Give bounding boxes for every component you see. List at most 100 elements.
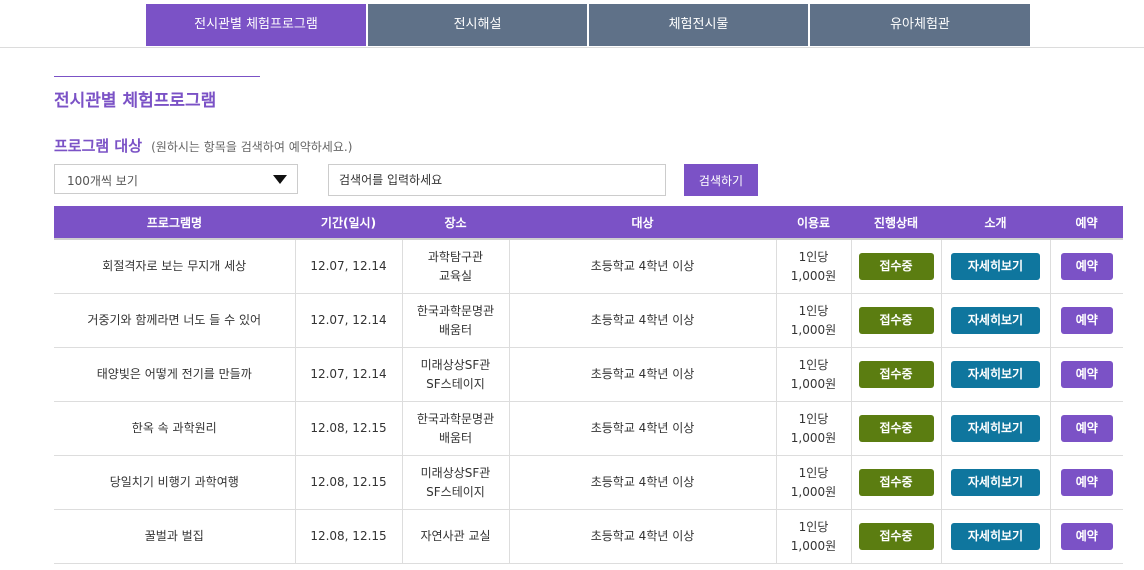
fee-line: 1인당	[798, 249, 829, 264]
reserve-cell: 예약	[1049, 401, 1123, 456]
column-header-fee: 이용료	[776, 206, 851, 239]
place-line: 미래상상SF관	[420, 357, 491, 372]
period-cell: 12.08, 12.15	[294, 401, 402, 456]
place-cell: 한국과학문명관배움터	[401, 293, 509, 348]
fee-cell: 1인당 1,000원	[775, 509, 851, 564]
program-target-label: 프로그램 대상	[54, 137, 143, 155]
column-header-place: 장소	[402, 206, 509, 239]
reserve-cell: 예약	[1049, 347, 1123, 402]
fee-line: 1인당	[798, 303, 829, 318]
column-header-status: 진행상태	[851, 206, 941, 239]
place-line: 한국과학문명관	[416, 303, 495, 318]
table-row: 회절격자로 보는 무지개 세상 12.07, 12.14 과학탐구관 교육실 초등…	[54, 238, 1123, 294]
fee-line: 1인당	[798, 519, 829, 534]
intro-cell: 자세히보기	[940, 455, 1050, 510]
view-details-button[interactable]: 자세히보기	[951, 523, 1040, 550]
intro-cell: 자세히보기	[940, 509, 1050, 564]
fee-line: 1,000원	[790, 484, 837, 499]
search-button[interactable]: 검색하기	[684, 164, 758, 196]
search-input[interactable]	[328, 164, 666, 196]
intro-cell: 자세히보기	[940, 238, 1050, 294]
program-name-cell: 한옥 속 과학원리	[54, 401, 295, 456]
status-open-button[interactable]: 접수중	[858, 361, 934, 388]
status-cell: 접수중	[850, 238, 941, 294]
place-line: 자연사관 교실	[420, 529, 491, 543]
target-cell: 초등학교 4학년 이상	[508, 347, 776, 402]
status-open-button[interactable]: 접수중	[858, 415, 934, 442]
fee-line: 1,000원	[790, 376, 837, 391]
reserve-button[interactable]: 예약	[1060, 415, 1113, 442]
page-size-select[interactable]: 100개씩 보기	[54, 164, 298, 194]
column-header-intro: 소개	[941, 206, 1050, 239]
reserve-button[interactable]: 예약	[1060, 307, 1113, 334]
fee-line: 1,000원	[790, 538, 837, 553]
program-name-cell: 꿀벌과 벌집	[54, 509, 295, 564]
fee-cell: 1인당 1,000원	[775, 455, 851, 510]
target-cell: 초등학교 4학년 이상	[508, 401, 776, 456]
fee-line: 1,000원	[790, 430, 837, 445]
place-line: 과학탐구관	[427, 249, 484, 264]
period-cell: 12.07, 12.14	[294, 293, 402, 348]
fee-line: 1,000원	[790, 322, 837, 337]
fee-line: 1인당	[798, 357, 829, 372]
status-open-button[interactable]: 접수중	[858, 469, 934, 496]
view-details-button[interactable]: 자세히보기	[951, 307, 1040, 334]
target-cell: 초등학교 4학년 이상	[508, 509, 776, 564]
reserve-button[interactable]: 예약	[1060, 469, 1113, 496]
table-row: 한옥 속 과학원리 12.08, 12.15 한국과학문명관배움터 초등학교 4…	[54, 401, 1123, 456]
program-target-heading: 프로그램 대상 (원하시는 항목을 검색하여 예약하세요.)	[54, 135, 352, 156]
place-line: 미래상상SF관	[420, 465, 491, 480]
view-details-button[interactable]: 자세히보기	[951, 415, 1040, 442]
page-size-selected-value: 100개씩 보기	[67, 174, 138, 188]
period-cell: 12.08, 12.15	[294, 509, 402, 564]
program-name-cell: 당일치기 비행기 과학여행	[54, 455, 295, 510]
page-title: 전시관별 체험프로그램	[54, 91, 217, 111]
fee-cell: 1인당 1,000원	[775, 293, 851, 348]
tab-exhibition-commentary[interactable]: 전시해설	[368, 4, 587, 46]
reserve-cell: 예약	[1049, 509, 1123, 564]
place-cell: 한국과학문명관배움터	[401, 401, 509, 456]
place-line: 교육실	[438, 268, 473, 283]
status-cell: 접수중	[850, 347, 941, 402]
program-name-cell: 태양빛은 어떻게 전기를 만들까	[54, 347, 295, 402]
status-cell: 접수중	[850, 401, 941, 456]
table-row: 태양빛은 어떻게 전기를 만들까 12.07, 12.14 미래상상SF관 SF스…	[54, 347, 1123, 402]
status-open-button[interactable]: 접수중	[858, 253, 934, 280]
view-details-button[interactable]: 자세히보기	[951, 361, 1040, 388]
fee-cell: 1인당 1,000원	[775, 401, 851, 456]
place-line: SF스테이지	[426, 484, 485, 499]
program-name-cell: 회절격자로 보는 무지개 세상	[54, 238, 295, 294]
fee-cell: 1인당 1,000원	[775, 238, 851, 294]
tab-exhibition-programs[interactable]: 전시관별 체험프로그램	[146, 4, 366, 46]
reserve-cell: 예약	[1049, 293, 1123, 348]
intro-cell: 자세히보기	[940, 293, 1050, 348]
reserve-button[interactable]: 예약	[1060, 523, 1113, 550]
place-line: 배움터	[438, 322, 473, 337]
target-cell: 초등학교 4학년 이상	[508, 455, 776, 510]
fee-line: 1인당	[798, 411, 829, 426]
place-line: 한국과학문명관	[416, 411, 495, 426]
view-details-button[interactable]: 자세히보기	[951, 253, 1040, 280]
column-header-program-name: 프로그램명	[54, 206, 295, 239]
period-cell: 12.08, 12.15	[294, 455, 402, 510]
place-line: SF스테이지	[426, 376, 485, 391]
reserve-button[interactable]: 예약	[1060, 253, 1113, 280]
tab-kids-experience-hall[interactable]: 유아체험관	[810, 4, 1030, 46]
status-open-button[interactable]: 접수중	[858, 523, 934, 550]
reserve-button[interactable]: 예약	[1060, 361, 1113, 388]
period-cell: 12.07, 12.14	[294, 347, 402, 402]
table-row: 거중기와 함께라면 너도 들 수 있어 12.07, 12.14 한국과학문명관…	[54, 293, 1123, 348]
tab-hands-on-exhibits[interactable]: 체험전시물	[589, 4, 808, 46]
place-cell: 자연사관 교실	[401, 509, 509, 564]
status-cell: 접수중	[850, 455, 941, 510]
target-cell: 초등학교 4학년 이상	[508, 238, 776, 294]
table-row: 당일치기 비행기 과학여행 12.08, 12.15 미래상상SF관 SF스테이지…	[54, 455, 1123, 510]
place-line: 배움터	[438, 430, 473, 445]
status-open-button[interactable]: 접수중	[858, 307, 934, 334]
view-details-button[interactable]: 자세히보기	[951, 469, 1040, 496]
dropdown-arrow-icon	[273, 175, 287, 184]
intro-cell: 자세히보기	[940, 347, 1050, 402]
program-target-hint: (원하시는 항목을 검색하여 예약하세요.)	[151, 140, 353, 154]
column-header-target: 대상	[509, 206, 776, 239]
column-header-period: 기간(일시)	[295, 206, 402, 239]
